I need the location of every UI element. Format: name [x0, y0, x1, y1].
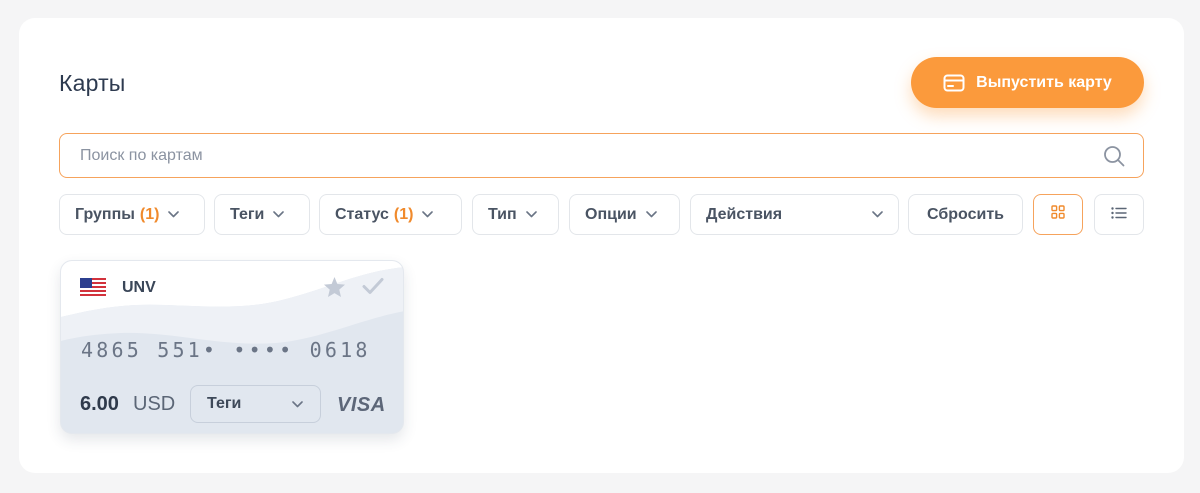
- list-view-button[interactable]: [1094, 194, 1144, 235]
- issue-card-button[interactable]: Выпустить карту: [911, 57, 1144, 108]
- credit-card-icon: [943, 74, 965, 92]
- card-tags-label: Теги: [207, 395, 242, 412]
- chevron-down-icon: [168, 211, 180, 218]
- grid-icon: [1051, 205, 1065, 224]
- card-number: 4865 551• •••• 0618: [81, 338, 371, 362]
- chevron-down-icon: [273, 211, 285, 218]
- reset-button[interactable]: Сбросить: [908, 194, 1023, 235]
- issue-card-button-label: Выпустить карту: [976, 73, 1112, 91]
- reset-button-label: Сбросить: [927, 205, 1004, 223]
- grid-view-button[interactable]: [1033, 194, 1083, 235]
- filter-status-label: Статус: [335, 205, 389, 223]
- filter-status-count: (1): [393, 205, 414, 223]
- filter-options[interactable]: Опции: [569, 194, 680, 235]
- filter-groups-label: Группы: [75, 205, 135, 223]
- filter-tags[interactable]: Теги: [214, 194, 310, 235]
- filter-groups-count: (1): [139, 205, 160, 223]
- filter-actions[interactable]: Действия: [690, 194, 899, 235]
- chevron-down-icon: [645, 211, 657, 218]
- chevron-down-icon: [525, 211, 537, 218]
- chevron-down-icon: [872, 211, 883, 218]
- filter-options-label: Опции: [585, 205, 637, 223]
- checkmark-icon[interactable]: [362, 277, 384, 300]
- chevron-down-icon: [292, 395, 303, 413]
- us-flag-icon: [80, 278, 106, 301]
- search-box: [59, 133, 1144, 178]
- chevron-down-icon: [422, 211, 434, 218]
- page-title: Карты: [59, 70, 126, 96]
- filter-type-label: Тип: [488, 205, 517, 223]
- card-currency-code: UNV: [122, 279, 156, 296]
- filter-groups[interactable]: Группы (1): [59, 194, 205, 235]
- card-tags-dropdown[interactable]: Теги: [190, 385, 321, 423]
- filter-status[interactable]: Статус (1): [319, 194, 462, 235]
- filter-actions-label: Действия: [706, 205, 783, 223]
- list-icon: [1111, 206, 1127, 224]
- card-balance: 6.00: [80, 393, 119, 415]
- filter-type[interactable]: Тип: [472, 194, 559, 235]
- card-balance-currency: USD: [133, 393, 176, 415]
- search-icon[interactable]: [1103, 145, 1125, 172]
- star-icon[interactable]: [323, 276, 346, 303]
- card-tile[interactable]: UNV 4865 551• •••• 0618 6.00 USD Теги VI…: [60, 260, 404, 434]
- filter-tags-label: Теги: [230, 205, 265, 223]
- search-input[interactable]: [60, 134, 1143, 177]
- visa-logo: VISA: [337, 394, 386, 416]
